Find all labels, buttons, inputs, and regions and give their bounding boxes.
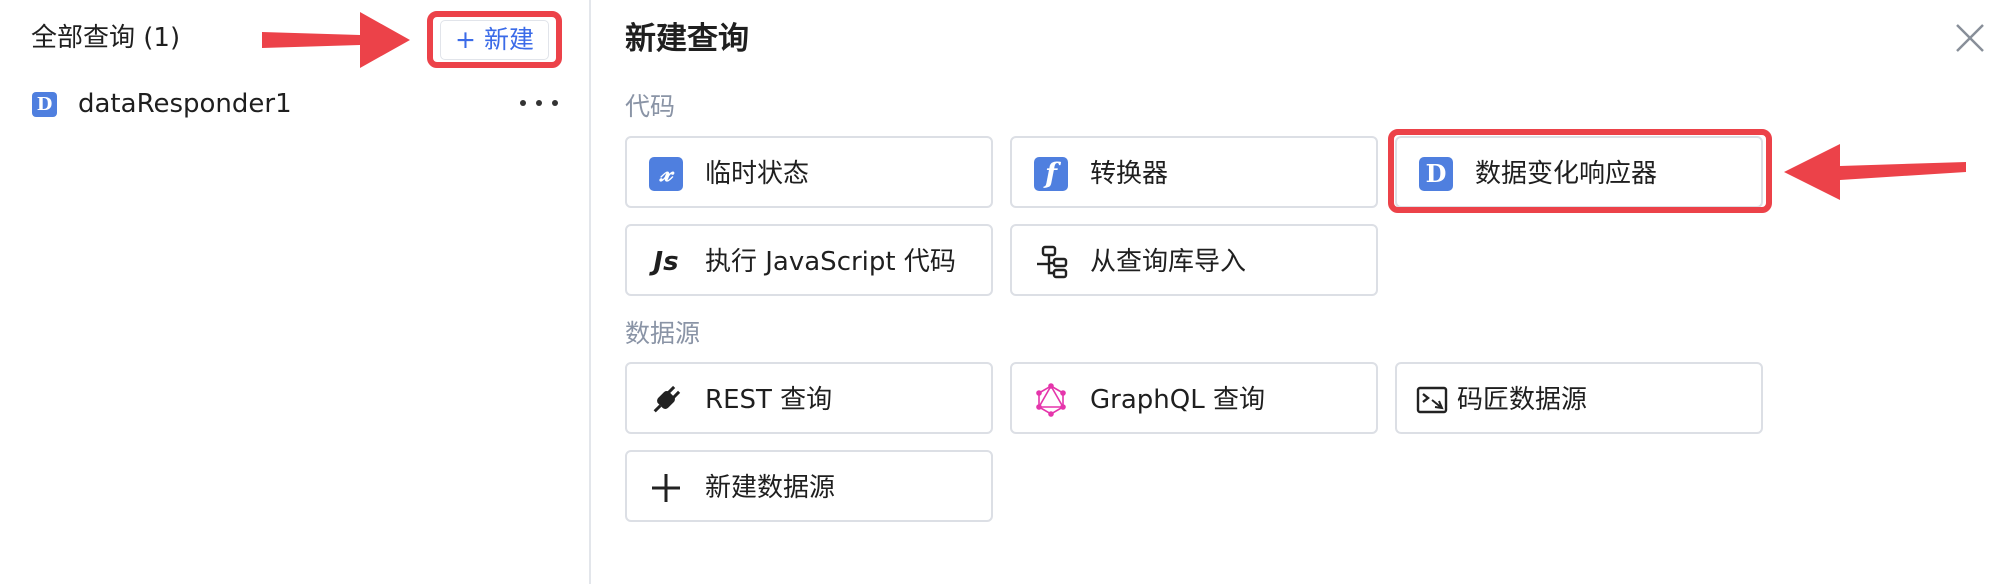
card-label: 新建数据源 (705, 473, 836, 503)
card-query-library[interactable]: 从查询库导入 (1010, 224, 1378, 296)
card-transformer[interactable]: f 转换器 (1010, 136, 1378, 208)
mj-datasource-icon (1416, 386, 1448, 414)
card-label: 执行 JavaScript 代码 (705, 247, 956, 277)
highlight-data-responder-card (1388, 129, 1772, 213)
card-graphql-query[interactable]: GraphQL 查询 (1010, 362, 1378, 434)
query-library-icon (1037, 245, 1068, 279)
card-temp-state[interactable]: 𝓍 临时状态 (625, 136, 993, 208)
query-name: dataResponder1 (78, 89, 292, 119)
panel-title: 新建查询 (625, 21, 749, 57)
card-label: REST 查询 (705, 385, 833, 415)
card-label: 码匠数据源 (1457, 385, 1588, 415)
temp-state-icon: 𝓍 (649, 157, 683, 191)
card-label: 从查询库导入 (1090, 247, 1247, 277)
annotation-arrow-left (262, 12, 410, 68)
query-list-title: 全部查询 (1) (31, 23, 181, 53)
card-rest-query[interactable]: REST 查询 (625, 362, 993, 434)
section-label-code: 代码 (625, 92, 676, 121)
query-list-panel: 全部查询 (1) + 新建 D dataResponder1 (0, 0, 591, 584)
plus-icon (652, 474, 680, 502)
card-label: 临时状态 (705, 159, 810, 189)
section-label-datasource: 数据源 (625, 319, 701, 348)
card-javascript[interactable]: Js 执行 JavaScript 代码 (625, 224, 993, 296)
card-new-datasource[interactable]: 新建数据源 (625, 450, 993, 522)
annotation-arrow-right (1784, 144, 1966, 200)
close-icon[interactable] (1952, 20, 1988, 56)
more-options-icon[interactable] (520, 88, 558, 118)
transformer-icon: f (1034, 157, 1068, 191)
query-list-item[interactable]: D dataResponder1 (0, 86, 591, 130)
rest-plug-icon (653, 385, 681, 413)
card-label: GraphQL 查询 (1090, 385, 1265, 415)
card-label: 转换器 (1090, 159, 1169, 189)
javascript-icon: Js (653, 247, 679, 277)
graphql-icon (1036, 383, 1066, 417)
card-mj-datasource[interactable]: 码匠数据源 (1395, 362, 1763, 434)
data-responder-icon: D (32, 92, 57, 117)
highlight-new-button (427, 11, 562, 68)
